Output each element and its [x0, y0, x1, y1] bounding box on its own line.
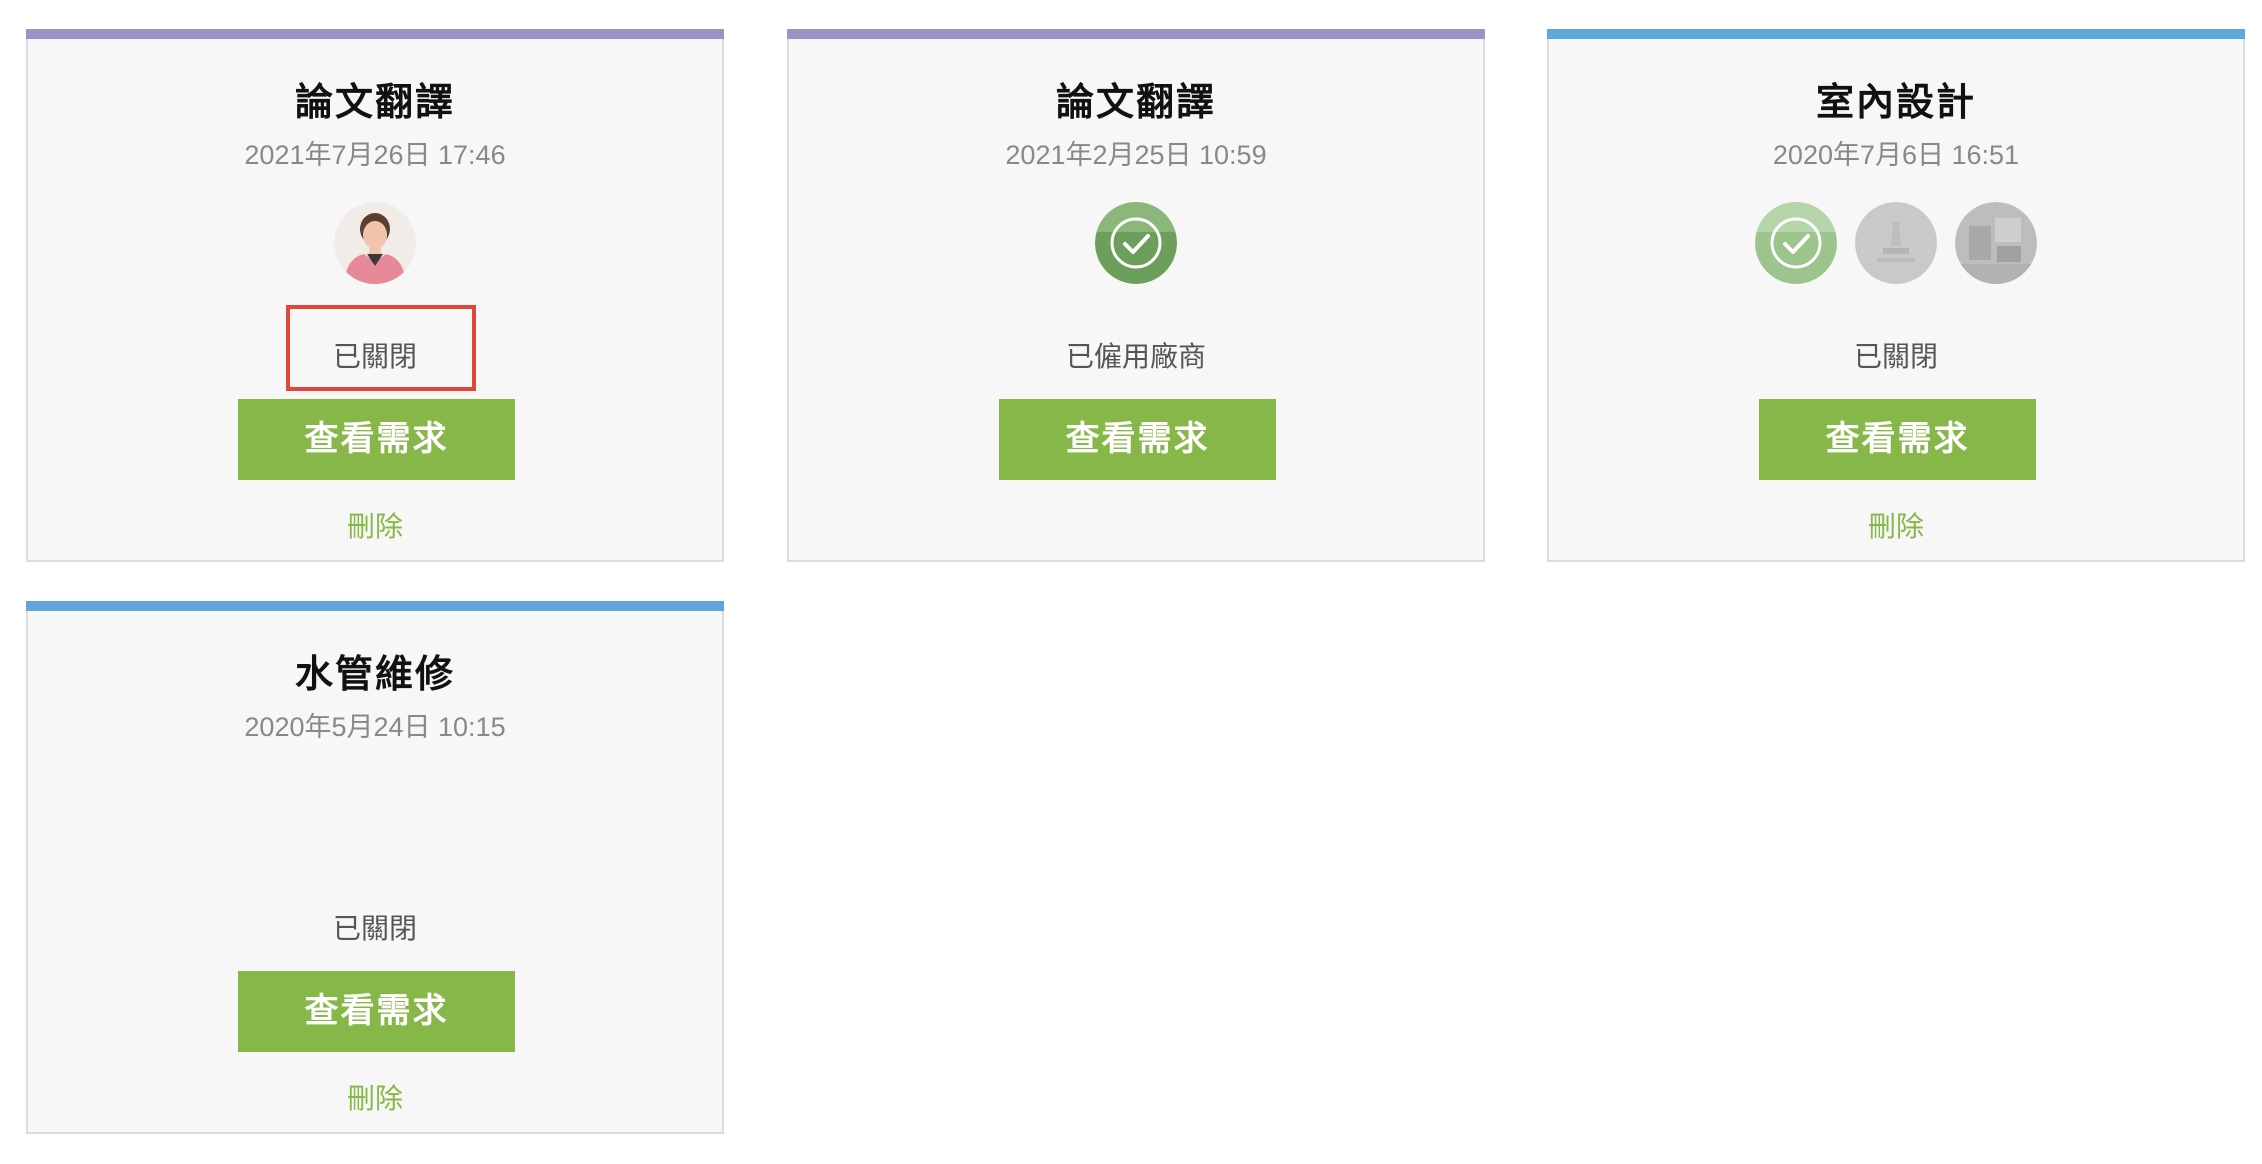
delete-link[interactable]: 刪除 [1549, 505, 2243, 545]
request-card: 論文翻譯 2021年2月25日 10:59 已僱用廠商 查看需求 [787, 29, 1485, 562]
card-accent-bar [26, 601, 724, 611]
vendor-photo-icon [1855, 202, 1937, 284]
card-date: 2020年5月24日 10:15 [244, 712, 506, 742]
status-text: 已關閉 [1853, 340, 1938, 373]
card-accent-bar [26, 29, 724, 39]
card-accent-bar [1547, 29, 2245, 39]
vendor-avatar[interactable] [1855, 202, 1937, 284]
card-title: 水管維修 [294, 652, 455, 696]
hired-vendor-avatar[interactable] [1755, 202, 1837, 284]
highlight-box [286, 305, 476, 391]
status-text: 已僱用廠商 [1065, 340, 1206, 373]
vendor-avatars [28, 202, 722, 284]
view-request-button[interactable]: 查看需求 [999, 399, 1276, 480]
request-card: 水管維修 2020年5月24日 10:15 已關閉 查看需求 刪除 [26, 601, 724, 1134]
view-request-button[interactable]: 查看需求 [1759, 399, 2036, 480]
request-card: 室內設計 2020年7月6日 16:51 已關閉 查看需求 刪除 [1547, 29, 2245, 562]
card-title: 論文翻譯 [1055, 80, 1216, 124]
vendor-avatars [789, 202, 1483, 284]
person-photo-icon [334, 202, 416, 284]
request-card: 論文翻譯 2021年7月26日 17:46 已關閉 查看需求 刪除 [26, 29, 724, 562]
card-title: 室內設計 [1815, 80, 1976, 124]
vendor-avatar[interactable] [334, 202, 416, 284]
vendor-photo-icon [1955, 202, 2037, 284]
check-icon [1755, 202, 1837, 284]
hired-vendor-avatar[interactable] [1095, 202, 1177, 284]
card-date: 2021年2月25日 10:59 [1005, 140, 1267, 170]
check-icon [1095, 202, 1177, 284]
view-request-button[interactable]: 查看需求 [238, 971, 515, 1052]
card-date: 2020年7月6日 16:51 [1772, 140, 2020, 170]
card-accent-bar [787, 29, 1485, 39]
card-date: 2021年7月26日 17:46 [244, 140, 506, 170]
vendor-avatars [1549, 202, 2243, 284]
status-text: 已關閉 [332, 912, 417, 945]
delete-link[interactable]: 刪除 [28, 1077, 722, 1117]
delete-link[interactable]: 刪除 [28, 505, 722, 545]
card-title: 論文翻譯 [294, 80, 455, 124]
vendor-avatar[interactable] [1955, 202, 2037, 284]
view-request-button[interactable]: 查看需求 [238, 399, 515, 480]
